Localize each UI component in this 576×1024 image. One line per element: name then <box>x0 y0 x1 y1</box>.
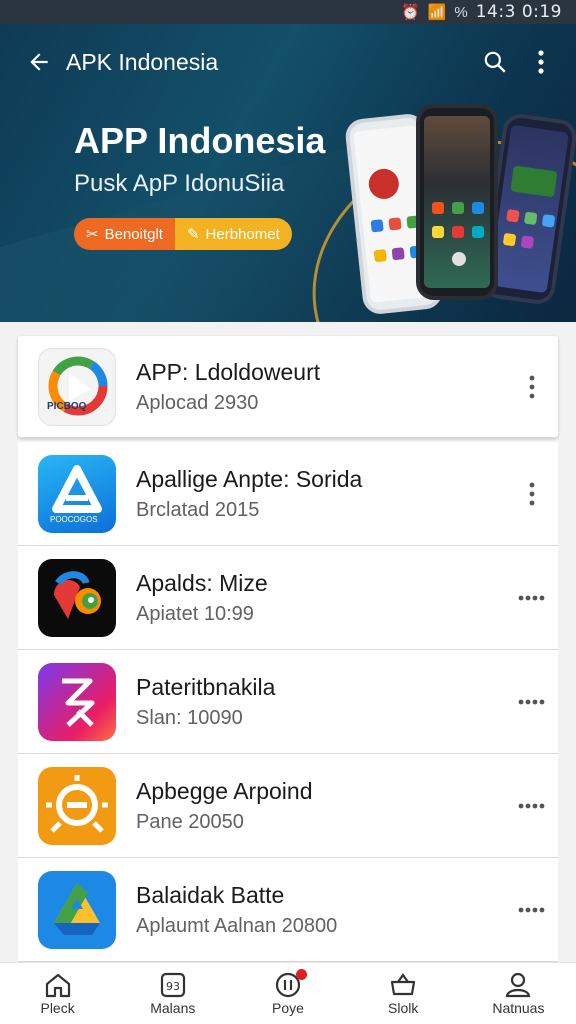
app-name: Pateritbnakila <box>136 673 276 700</box>
hero-button-secondary-label: Herbhomet <box>205 225 280 243</box>
app-meta: Brclatad 2015 <box>136 498 260 521</box>
nav-label: Slolk <box>388 999 419 1016</box>
alarm-icon: ⏰ <box>401 4 420 21</box>
bottom-navigation: Pleck 93 Malans Poye Slolk Natnuas <box>0 962 576 1024</box>
more-horizontal-icon[interactable] <box>510 680 554 724</box>
list-item[interactable]: Apbegge Arpoind Pane 20050 <box>18 754 558 858</box>
app-meta: Aplaumt Aalnan 20800 <box>136 914 338 937</box>
list-item[interactable]: PICBOQ APP: Ldoldoweurt Aplocad 2930 <box>18 336 558 438</box>
list-item[interactable]: Balaidak Batte Aplaumt Aalnan 20800 <box>18 858 558 962</box>
app-list: PICBOQ APP: Ldoldoweurt Aplocad 2930 POO… <box>18 336 558 962</box>
more-horizontal-icon[interactable] <box>510 576 554 620</box>
home-icon <box>45 973 70 997</box>
app-meta: Slan: 10090 <box>136 706 243 729</box>
pen-icon: ✎ <box>186 226 200 243</box>
app-icon-label: POOCOGOS <box>50 514 98 524</box>
app-icon-purple-arrow <box>38 662 116 741</box>
more-horizontal-icon[interactable] <box>510 888 554 932</box>
hero-button-primary-label: Benoitglt <box>104 225 163 243</box>
status-time: 14:3 0:19 <box>475 2 562 22</box>
list-item[interactable]: POOCOGOS Apallige Anpte: Sorida Brclatad… <box>18 442 558 546</box>
nav-label: Natnuas <box>492 999 545 1016</box>
phone-mockup-dark <box>416 104 498 300</box>
notification-badge <box>296 969 308 980</box>
sparkle-icon: ✂ <box>86 226 99 243</box>
nav-item-play[interactable]: Poye <box>230 963 345 1024</box>
wifi-icon: 📶 <box>427 4 447 21</box>
app-meta: Apiatet 10:99 <box>136 602 254 625</box>
app-bar-title: APK Indonesia <box>66 48 219 75</box>
search-icon[interactable] <box>472 39 518 85</box>
nav-label: Pleck <box>40 999 75 1016</box>
hero-button-secondary[interactable]: ✎ Herbhomet <box>174 218 292 250</box>
app-meta: Pane 20050 <box>136 810 244 833</box>
app-name: Apallige Anpte: Sorida <box>136 465 363 492</box>
list-item[interactable]: Pateritbnakila Slan: 10090 <box>18 650 558 754</box>
battery-icon: % <box>454 3 468 21</box>
overflow-menu-icon[interactable] <box>518 39 564 85</box>
list-item[interactable]: Apalds: Mize Apiatet 10:99 <box>18 546 558 650</box>
app-name: Balaidak Batte <box>136 881 285 908</box>
status-bar: ⏰ 📶 % 14:3 0:19 <box>0 0 576 24</box>
nav-label: Poye <box>272 999 304 1016</box>
store-icon <box>391 972 416 995</box>
header-banner: APK Indonesia APP Indonesia Pusk ApP Ido… <box>0 24 576 322</box>
app-icon-orange-gear <box>38 766 116 845</box>
app-meta: Aplocad 2930 <box>136 391 259 414</box>
nav-item-profile[interactable]: Natnuas <box>461 963 576 1024</box>
more-vertical-icon[interactable] <box>510 365 554 409</box>
app-icon-drive-triangle <box>38 870 116 949</box>
nav-item-home[interactable]: Pleck <box>0 963 115 1024</box>
hero-button-primary[interactable]: ✂ Benoitglt <box>74 218 175 250</box>
hero-subtitle: Pusk ApP IdonuSiia <box>74 170 285 197</box>
phone-mockups-illustration <box>343 76 576 316</box>
app-name: Apalds: Mize <box>136 569 268 596</box>
app-name: Apbegge Arpoind <box>136 777 313 804</box>
nav-label: Malans <box>150 999 196 1016</box>
profile-icon <box>506 972 531 997</box>
app-icon-label: PICBOQ <box>47 400 87 412</box>
app-name: APP: Ldoldoweurt <box>136 358 321 385</box>
top-app-bar: APK Indonesia <box>0 38 576 86</box>
hero-button-group: ✂ Benoitglt ✎ Herbhomet <box>74 218 292 250</box>
nav-item-store[interactable]: Slolk <box>346 963 461 1024</box>
svg-text:93: 93 <box>166 980 180 993</box>
more-horizontal-icon[interactable] <box>510 784 554 828</box>
more-vertical-icon[interactable] <box>510 472 554 516</box>
app-icon-black-swirl <box>38 558 116 637</box>
hero-title: APP Indonesia <box>74 120 326 161</box>
app-icon-colorful-ring: PICBOQ <box>38 347 116 426</box>
nav-item-apps[interactable]: 93 Malans <box>115 963 230 1024</box>
app-icon-blue-triangle: POOCOGOS <box>38 454 116 533</box>
back-arrow-icon[interactable] <box>16 39 62 85</box>
apps-icon: 93 <box>160 972 185 997</box>
